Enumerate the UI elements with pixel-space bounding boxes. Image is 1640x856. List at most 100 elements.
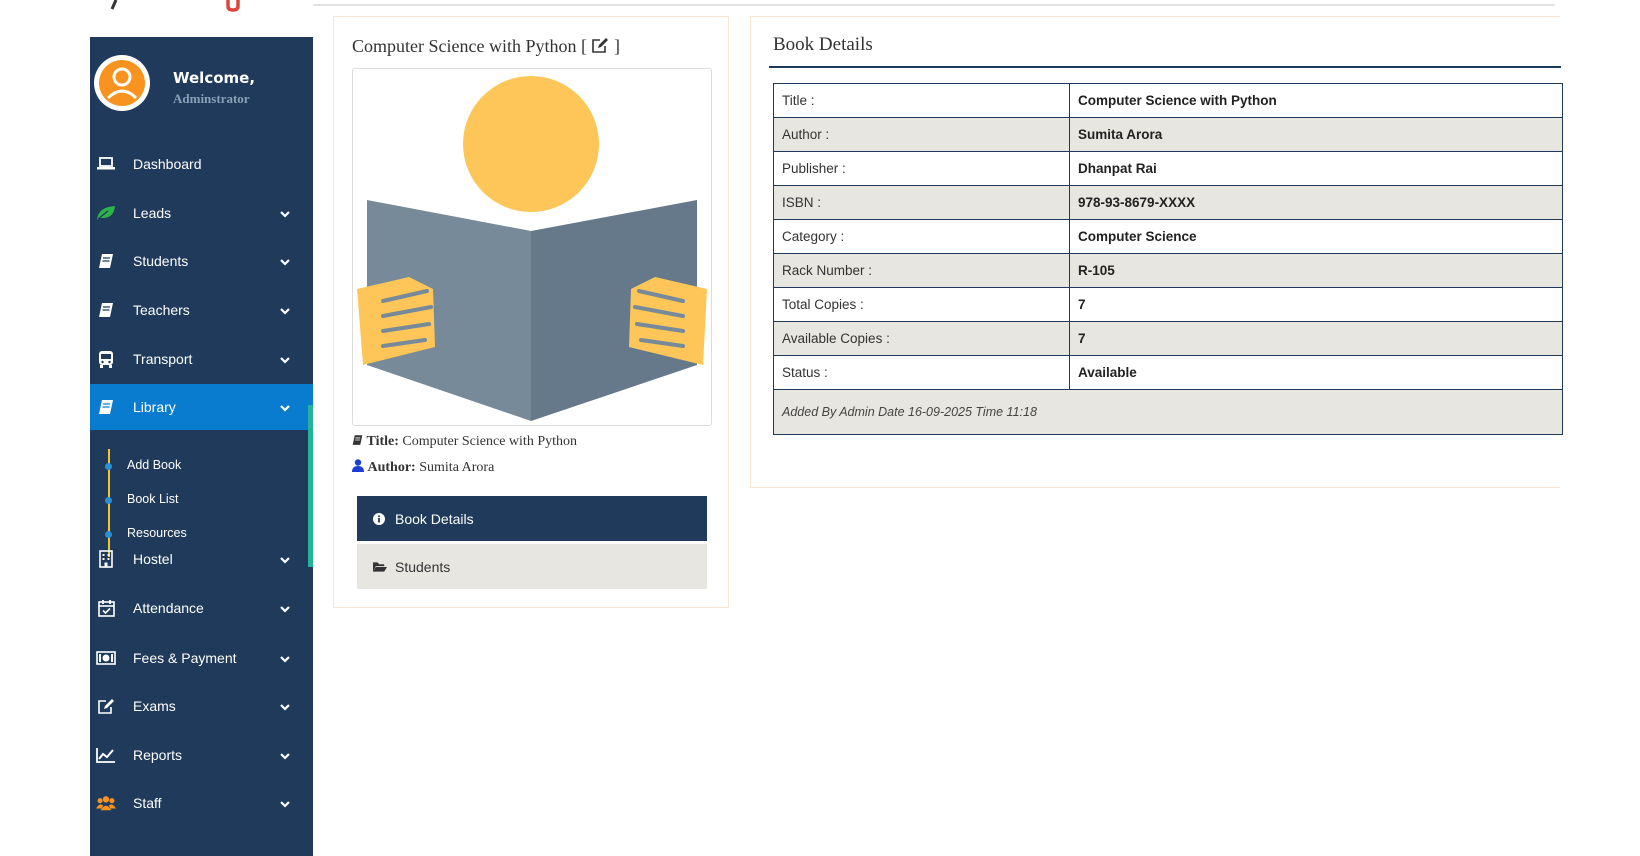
chevron-down-icon: [279, 255, 291, 273]
field-label: Author :: [773, 117, 1070, 152]
field-label: Status :: [773, 355, 1070, 390]
info-icon: [373, 512, 387, 525]
sidebar-item-leads[interactable]: Leads: [90, 190, 313, 236]
book-heading: Computer Science with Python [ ]: [352, 36, 620, 59]
table-footer-row: Added By Admin Date 16-09-2025 Time 11:1…: [773, 389, 1563, 435]
leaf-icon: [96, 203, 116, 223]
user-icon: [352, 459, 364, 477]
chevron-down-icon: [279, 304, 291, 322]
bullet-icon: [105, 497, 112, 504]
field-value: Dhanpat Rai: [1069, 151, 1563, 186]
field-label: Available Copies :: [773, 321, 1070, 356]
book-details-table: Title : Computer Science with Python Autho…: [773, 83, 1563, 435]
sidebar-item-transport[interactable]: Transport: [90, 336, 313, 382]
chevron-down-icon: [279, 553, 291, 571]
book-title-line: Title: Computer Science with Python: [352, 434, 577, 451]
tab-label: Students: [395, 558, 451, 575]
book-heading-text: Computer Science with Python [: [352, 36, 587, 56]
field-value: Available: [1069, 355, 1563, 390]
added-by-note: Added By Admin Date 16-09-2025 Time 11:1…: [773, 389, 1563, 435]
book-icon: [96, 251, 116, 271]
field-value: 7: [1069, 321, 1563, 356]
money-icon: [96, 648, 116, 668]
avatar[interactable]: [94, 55, 150, 111]
sidebar-item-hostel[interactable]: Hostel: [90, 536, 313, 582]
bullet-icon: [105, 463, 112, 470]
table-row: Publisher : Dhanpat Rai: [773, 151, 1563, 186]
sidebar-item-label: Dashboard: [133, 156, 202, 172]
users-icon: [96, 793, 116, 813]
calendar-check-icon: [96, 598, 116, 618]
book-icon: [96, 300, 116, 320]
sidebar-item-reports[interactable]: Reports: [90, 732, 313, 778]
field-value: 7: [1069, 287, 1563, 322]
folder-open-icon: [373, 561, 387, 573]
book-author-line: Author: Sumita Arora: [352, 459, 494, 477]
chevron-down-icon: [279, 602, 291, 620]
submenu-item-book-list[interactable]: Book List: [90, 483, 308, 517]
sidebar: Welcome, Adminstrator Dashboard Leads St…: [90, 37, 313, 856]
table-row: Author : Sumita Arora: [773, 117, 1563, 152]
book-icon: [96, 397, 116, 417]
field-label: Category :: [773, 219, 1070, 254]
book-heading-close: ]: [613, 36, 620, 56]
sidebar-item-label: Exams: [133, 698, 176, 714]
field-label: Total Copies :: [773, 287, 1070, 322]
table-row: ISBN :978-93-8679-XXXX: [773, 185, 1563, 220]
laptop-icon: [96, 154, 116, 174]
welcome-text: Welcome,: [173, 69, 256, 87]
field-value: Sumita Arora: [1069, 117, 1563, 152]
tab-students[interactable]: Students: [357, 544, 707, 589]
sidebar-item-students[interactable]: Students: [90, 238, 313, 284]
submenu-item-add-book[interactable]: Add Book: [90, 449, 308, 483]
chevron-down-icon: [279, 797, 291, 815]
app-logo[interactable]: [100, 0, 260, 14]
sidebar-item-label: Transport: [133, 351, 193, 367]
sidebar-item-attendance[interactable]: Attendance: [90, 585, 313, 631]
chevron-down-icon: [279, 353, 291, 371]
sidebar-item-exams[interactable]: Exams: [90, 683, 313, 729]
submenu-label: Book List: [127, 492, 179, 506]
field-label: ISBN :: [773, 185, 1070, 220]
chevron-down-icon: [279, 401, 291, 419]
sidebar-item-label: Teachers: [133, 302, 190, 318]
author-label: Author:: [367, 460, 416, 475]
user-avatar-icon: [99, 60, 145, 106]
sidebar-item-label: Library: [133, 399, 176, 415]
reading-person-illustration: [357, 76, 707, 421]
field-label: Publisher :: [773, 151, 1070, 186]
tab-label: Book Details: [395, 510, 474, 527]
sidebar-item-label: Students: [133, 253, 189, 269]
table-row: Category : Computer Science: [773, 219, 1563, 254]
author-value: Sumita Arora: [419, 460, 495, 475]
title-value: Computer Science with Python: [402, 434, 577, 449]
book-icon: [352, 434, 363, 451]
submenu-label: Add Book: [127, 458, 182, 472]
sidebar-item-label: Hostel: [133, 551, 173, 567]
table-row: Total Copies :7: [773, 287, 1563, 322]
book-summary-card: Computer Science with Python [ ] Title: …: [333, 16, 729, 608]
edit-icon: [96, 696, 116, 716]
table-row: Status : Available: [773, 355, 1563, 390]
sidebar-item-staff[interactable]: Staff: [90, 780, 313, 826]
sidebar-item-label: Attendance: [133, 600, 204, 616]
field-value: 978-93-8679-XXXX: [1069, 185, 1563, 220]
book-details-card: Book Details Title : Computer Science wit…: [750, 16, 1563, 488]
book-cover-image: [352, 68, 712, 426]
field-label: Rack Number :: [773, 253, 1070, 288]
chevron-down-icon: [279, 207, 291, 225]
edit-icon[interactable]: [591, 37, 609, 59]
user-role: Adminstrator: [173, 91, 250, 106]
line-chart-icon: [96, 745, 116, 765]
heading-divider: [769, 66, 1561, 68]
sidebar-item-library[interactable]: Library: [90, 384, 313, 430]
tab-book-details[interactable]: Book Details: [357, 496, 707, 541]
sidebar-item-dashboard[interactable]: Dashboard: [90, 141, 313, 187]
sidebar-item-fees-payment[interactable]: Fees & Payment: [90, 635, 313, 681]
user-profile: Welcome, Adminstrator: [90, 55, 313, 115]
sidebar-item-teachers[interactable]: Teachers: [90, 287, 313, 333]
table-row: Title : Computer Science with Python: [773, 83, 1563, 118]
chevron-down-icon: [279, 652, 291, 670]
sidebar-item-label: Leads: [133, 205, 172, 221]
bus-icon: [96, 349, 116, 369]
